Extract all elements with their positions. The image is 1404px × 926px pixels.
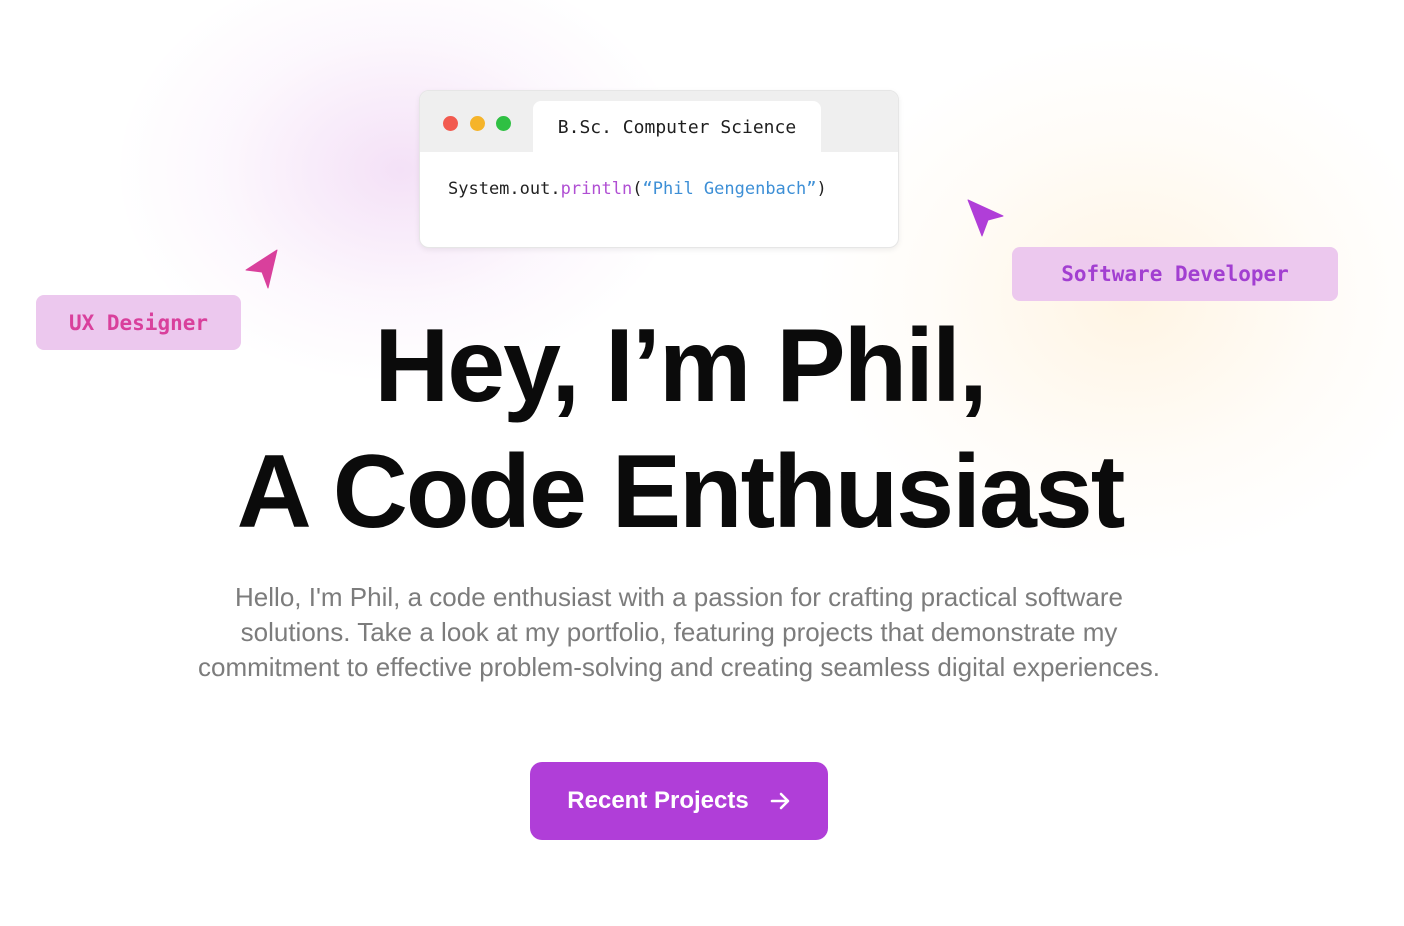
code-prefix: System.out.: [448, 179, 561, 199]
software-developer-badge: Software Developer: [1012, 247, 1338, 301]
window-close-dot: [443, 116, 458, 131]
code-tab-label: B.Sc. Computer Science: [533, 101, 821, 152]
recent-projects-label: Recent Projects: [567, 787, 749, 814]
recent-projects-button[interactable]: Recent Projects: [530, 762, 828, 840]
code-line: System.out.println(“Phil Gengenbach”): [448, 179, 827, 199]
code-function: println: [560, 179, 633, 199]
cursor-arrow-icon: [966, 198, 1006, 243]
hero-title-line-1: Hey, I’m Phil,: [374, 308, 988, 424]
arrow-right-icon: [769, 790, 791, 812]
hero-title-line-2: A Code Enthusiast: [236, 434, 1126, 550]
code-window-titlebar: B.Sc. Computer Science: [420, 91, 898, 152]
code-string: “Phil Gengenbach”: [642, 179, 817, 199]
cursor-arrow-icon: [244, 248, 280, 295]
code-close-paren: ): [816, 179, 827, 199]
code-window: B.Sc. Computer Science System.out.printl…: [419, 90, 899, 248]
window-minimize-dot: [470, 116, 485, 131]
code-open-paren: (: [632, 179, 643, 199]
hero-description: Hello, I'm Phil, a code enthusiast with …: [198, 582, 1160, 682]
window-maximize-dot: [496, 116, 511, 131]
